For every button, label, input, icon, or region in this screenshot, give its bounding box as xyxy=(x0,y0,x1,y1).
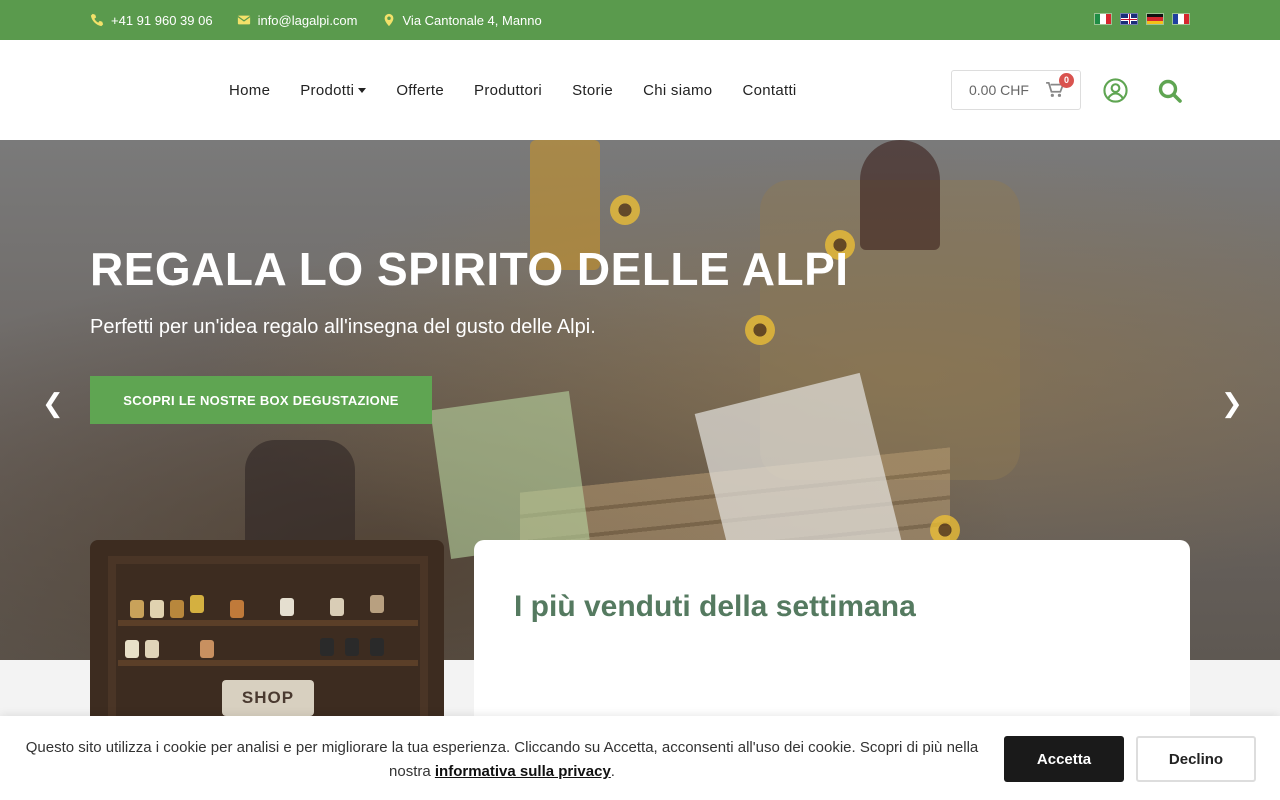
bestsellers-section: I più venduti della settimana xyxy=(474,540,1190,740)
privacy-policy-link[interactable]: informativa sulla privacy xyxy=(435,763,611,780)
email-address: info@lagalpi.com xyxy=(257,12,358,28)
nav-storie[interactable]: Storie xyxy=(572,82,613,99)
shop-jar xyxy=(320,638,334,656)
phone-number: +41 91 960 39 06 xyxy=(111,12,213,28)
uk-flag-icon[interactable] xyxy=(1120,13,1138,25)
sunflower-decoration xyxy=(610,195,640,225)
nav-contatti[interactable]: Contatti xyxy=(742,82,796,99)
shop-shelf xyxy=(118,620,418,626)
slider-prev-icon[interactable]: ❮ xyxy=(42,388,64,419)
shop-jar xyxy=(280,598,294,616)
shop-jar xyxy=(150,600,164,618)
discover-boxes-button[interactable]: SCOPRI LE NOSTRE BOX DEGUSTAZIONE xyxy=(90,376,432,424)
main-nav: Home Prodotti Offerte Produttori Storie … xyxy=(229,40,797,140)
cart-count-badge: 0 xyxy=(1059,73,1074,88)
top-contact-bar: +41 91 960 39 06 info@lagalpi.com Via Ca… xyxy=(0,0,1280,40)
hero-title: REGALA LO SPIRITO DELLE ALPI xyxy=(90,243,849,295)
language-switcher xyxy=(1094,13,1190,25)
shop-image[interactable]: SHOP xyxy=(90,540,444,740)
shop-jar xyxy=(170,600,184,618)
nav-chi-siamo[interactable]: Chi siamo xyxy=(643,82,712,99)
it-flag-icon[interactable] xyxy=(1094,13,1112,25)
shop-shelf xyxy=(118,660,418,666)
email-link[interactable]: info@lagalpi.com xyxy=(237,13,358,28)
accept-cookies-button[interactable]: Accetta xyxy=(1004,736,1124,782)
cart-total: 0.00 CHF xyxy=(969,82,1029,98)
shop-jar xyxy=(370,595,384,613)
cookie-banner: Questo sito utilizza i cookie per analis… xyxy=(0,716,1280,800)
address-link[interactable]: Via Cantonale 4, Manno xyxy=(382,13,542,28)
nav-prodotti[interactable]: Prodotti xyxy=(300,81,367,99)
slider-next-icon[interactable]: ❯ xyxy=(1221,388,1243,419)
shop-jar xyxy=(125,640,139,658)
cart-button[interactable]: 0.00 CHF 0 xyxy=(951,70,1081,110)
hero-subtitle: Perfetti per un'idea regalo all'insegna … xyxy=(90,316,596,338)
cookie-text-end: . xyxy=(610,763,615,780)
hero-image-tea-box xyxy=(430,390,590,560)
shop-jar xyxy=(330,598,344,616)
shop-jar xyxy=(130,600,144,618)
fr-flag-icon[interactable] xyxy=(1172,13,1190,25)
envelope-icon xyxy=(237,15,251,25)
nav-offerte[interactable]: Offerte xyxy=(396,82,444,99)
sunflower-decoration xyxy=(745,315,775,345)
address-text: Via Cantonale 4, Manno xyxy=(402,12,542,28)
caret-down-icon xyxy=(358,87,367,93)
contact-info: +41 91 960 39 06 info@lagalpi.com Via Ca… xyxy=(90,0,542,40)
hero-image-bottle xyxy=(860,140,940,250)
shop-jar xyxy=(370,638,384,656)
decline-cookies-button[interactable]: Declino xyxy=(1136,736,1256,782)
shop-jar xyxy=(230,600,244,618)
search-icon[interactable] xyxy=(1157,78,1183,104)
phone-icon xyxy=(90,13,104,27)
cookie-message: Questo sito utilizza i cookie per analis… xyxy=(20,736,984,784)
nav-produttori[interactable]: Produttori xyxy=(474,82,542,99)
map-pin-icon xyxy=(384,13,393,27)
shop-jar xyxy=(190,595,204,613)
nav-prodotti-label: Prodotti xyxy=(300,81,355,99)
nav-home[interactable]: Home xyxy=(229,82,270,99)
shop-jar xyxy=(345,638,359,656)
main-header: Home Prodotti Offerte Produttori Storie … xyxy=(0,40,1280,140)
bestsellers-title: I più venduti della settimana xyxy=(514,590,916,623)
de-flag-icon[interactable] xyxy=(1146,13,1164,25)
shop-sign: SHOP xyxy=(222,680,314,716)
user-account-icon[interactable] xyxy=(1103,78,1128,103)
phone-link[interactable]: +41 91 960 39 06 xyxy=(90,13,213,28)
shop-jar xyxy=(200,640,214,658)
shop-jar xyxy=(145,640,159,658)
